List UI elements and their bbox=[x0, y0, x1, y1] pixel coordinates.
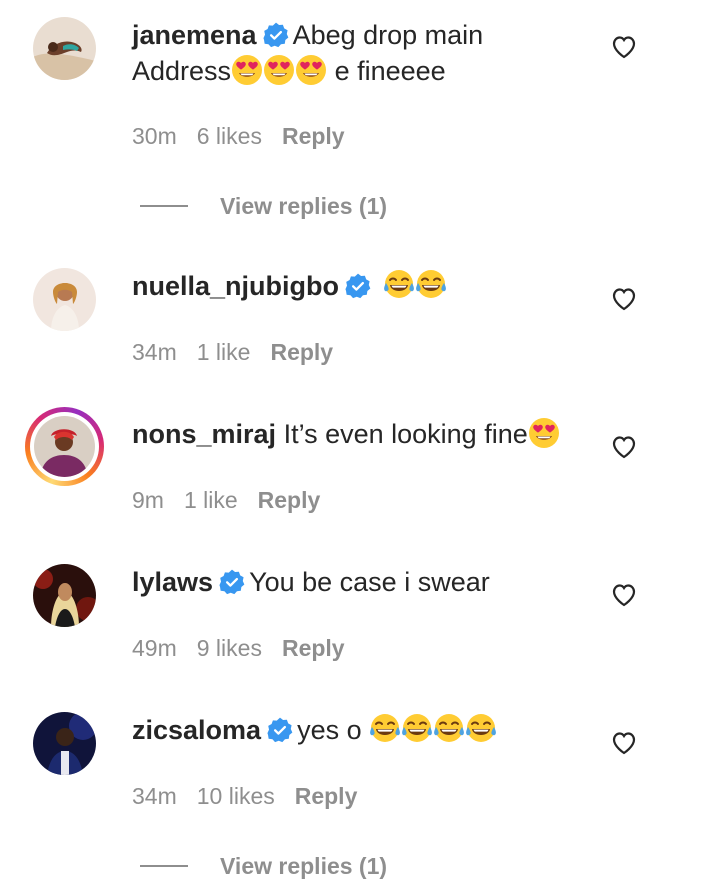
tears-of-joy-emoji-icon bbox=[369, 713, 401, 745]
verified-badge-icon bbox=[219, 569, 245, 595]
timestamp: 34m bbox=[132, 783, 177, 809]
comment-text: zicsaloma yes o bbox=[132, 712, 572, 748]
verified-badge-icon bbox=[263, 22, 289, 48]
view-replies-button[interactable]: View replies (1) bbox=[140, 853, 387, 880]
comment-meta: 34m 10 likes Reply bbox=[132, 783, 377, 810]
reply-button[interactable]: Reply bbox=[270, 339, 333, 365]
reply-button[interactable]: Reply bbox=[295, 783, 358, 809]
username[interactable]: janemena bbox=[132, 20, 257, 50]
comment-body: It’s even looking fine bbox=[283, 419, 528, 449]
timestamp: 9m bbox=[132, 487, 164, 513]
username[interactable]: zicsaloma bbox=[132, 715, 261, 745]
like-count[interactable]: 6 likes bbox=[197, 123, 262, 149]
avatar[interactable] bbox=[33, 17, 96, 80]
tears-of-joy-emoji-icon bbox=[415, 269, 447, 301]
username[interactable]: lylaws bbox=[132, 567, 213, 597]
verified-badge-icon bbox=[267, 717, 293, 743]
comment-text: lylaws You be case i swear bbox=[132, 564, 572, 600]
timestamp: 34m bbox=[132, 339, 177, 365]
like-count[interactable]: 9 likes bbox=[197, 635, 262, 661]
comment-text: nuella_njubigbo bbox=[132, 268, 572, 304]
verified-badge-icon bbox=[345, 273, 371, 299]
avatar[interactable] bbox=[33, 712, 96, 775]
like-heart-icon[interactable] bbox=[611, 287, 637, 311]
reply-button[interactable]: Reply bbox=[258, 487, 321, 513]
comment-meta: 34m 1 like Reply bbox=[132, 339, 353, 366]
reply-button[interactable]: Reply bbox=[282, 123, 345, 149]
comment-body: You be case i swear bbox=[249, 567, 490, 597]
like-count[interactable]: 10 likes bbox=[197, 783, 275, 809]
timestamp: 49m bbox=[132, 635, 177, 661]
comment-meta: 30m 6 likes Reply bbox=[132, 123, 365, 150]
heart-eyes-emoji-icon bbox=[231, 54, 263, 86]
tears-of-joy-emoji-icon bbox=[401, 713, 433, 745]
avatar[interactable] bbox=[33, 564, 96, 627]
heart-eyes-emoji-icon bbox=[263, 54, 295, 86]
comment-meta: 49m 9 likes Reply bbox=[132, 635, 365, 662]
view-replies-label: View replies (1) bbox=[220, 853, 388, 879]
heart-eyes-emoji-icon bbox=[528, 417, 560, 449]
comment-meta: 9m 1 like Reply bbox=[132, 487, 340, 514]
username[interactable]: nuella_njubigbo bbox=[132, 271, 339, 301]
tears-of-joy-emoji-icon bbox=[383, 269, 415, 301]
comment-text: nons_miraj It’s even looking fine bbox=[132, 416, 572, 452]
comment-body: yes o bbox=[297, 715, 370, 745]
view-replies-button[interactable]: View replies (1) bbox=[140, 193, 387, 220]
like-heart-icon[interactable] bbox=[611, 731, 637, 755]
tears-of-joy-emoji-icon bbox=[433, 713, 465, 745]
tears-of-joy-emoji-icon bbox=[465, 713, 497, 745]
like-heart-icon[interactable] bbox=[611, 435, 637, 459]
reply-button[interactable]: Reply bbox=[282, 635, 345, 661]
like-heart-icon[interactable] bbox=[611, 35, 637, 59]
heart-eyes-emoji-icon bbox=[295, 54, 327, 86]
divider bbox=[140, 865, 188, 867]
avatar-with-story-ring[interactable] bbox=[25, 407, 104, 486]
divider bbox=[140, 205, 188, 207]
comment-body-end: e fineeee bbox=[327, 56, 446, 86]
view-replies-label: View replies (1) bbox=[220, 193, 388, 219]
like-count[interactable]: 1 like bbox=[184, 487, 238, 513]
timestamp: 30m bbox=[132, 123, 177, 149]
like-count[interactable]: 1 like bbox=[197, 339, 251, 365]
comment-text: janemena Abeg drop main Address e fineeee bbox=[132, 17, 572, 89]
avatar[interactable] bbox=[33, 268, 96, 331]
like-heart-icon[interactable] bbox=[611, 583, 637, 607]
username[interactable]: nons_miraj bbox=[132, 419, 276, 449]
